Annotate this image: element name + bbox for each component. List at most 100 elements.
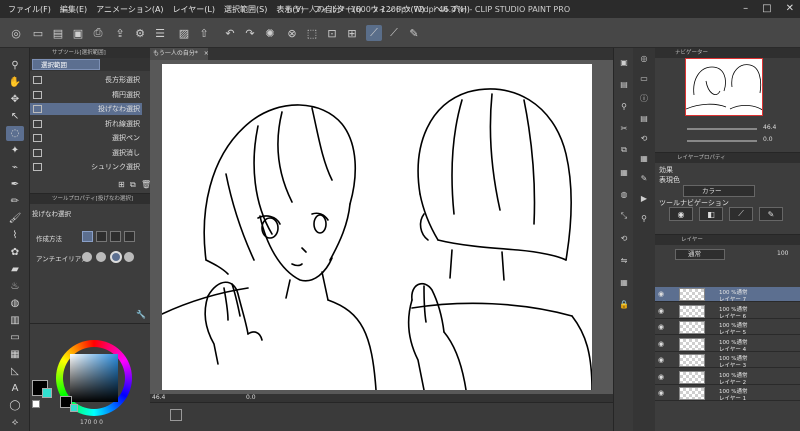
snap-ruler-icon[interactable]: ⟋ [366,25,382,41]
clear-icon[interactable]: ⊗ [284,25,300,41]
pen-tool-icon[interactable]: ✒ [6,177,24,192]
nav-zoom-row[interactable]: 46.4 [685,124,797,134]
blend-tool-icon[interactable]: ♨ [6,279,24,294]
add-subtool-icon[interactable]: ⊞ [118,180,125,189]
menu-icon[interactable]: ☰ [152,25,168,41]
visibility-eye-icon[interactable]: ◉ [658,389,666,397]
layer-color-icon[interactable]: ◉ [669,207,693,221]
maximize-icon[interactable]: □ [762,3,771,14]
subtool-item[interactable]: 選択ペン [30,132,142,144]
wrench-icon[interactable]: 🔧 [136,310,146,319]
settings-icon[interactable]: ⚙ [132,25,148,41]
visibility-eye-icon[interactable]: ◉ [658,340,666,348]
brush-tool-icon[interactable]: 🖌 [6,211,24,226]
upload-icon[interactable]: ⇧ [196,25,212,41]
subtool-item[interactable]: シュリンク選択 [30,161,142,173]
canvas-workspace[interactable] [150,60,613,394]
canvas-paper[interactable] [161,64,593,391]
snap-grid-icon[interactable]: ⟋ [386,25,402,41]
opacity-value[interactable]: 100 [777,250,788,257]
subtract-selection-icon[interactable] [110,231,121,242]
antialias-none-icon[interactable] [82,252,92,262]
visibility-eye-icon[interactable]: ◉ [658,307,666,315]
layer-row[interactable]: ◉ 100 %通常 レイヤー 1 [655,386,800,402]
sub-color-swatch[interactable] [42,388,52,398]
antialias-strong-icon[interactable] [124,252,134,262]
app-logo-icon[interactable]: ◎ [8,25,24,41]
grid-icon[interactable]: ▦ [618,276,630,288]
menu-edit[interactable]: 編集(E) [60,4,87,15]
gradient-tool-icon[interactable]: ▥ [6,313,24,328]
blend-mode-select[interactable]: 通常 [675,249,725,260]
auto-action-icon[interactable]: ▶ [638,192,650,204]
menu-animation[interactable]: アニメーション(A) [96,4,163,15]
export-icon[interactable]: ⇪ [112,25,128,41]
magic-wand-icon[interactable]: ✦ [6,143,24,158]
close-tab-icon[interactable]: × [204,50,209,57]
visibility-eye-icon[interactable]: ◉ [658,323,666,331]
panel-toggle-icon[interactable]: ▣ [618,56,630,68]
layer-row[interactable]: ◉ 100 %通常 レイヤー 4 [655,337,800,353]
layer-search-icon[interactable]: ⚲ [638,212,650,224]
transparent-color-swatch[interactable] [32,400,40,408]
subtool-item[interactable]: 折れ線選択 [30,118,142,130]
spinner-icon[interactable]: ✺ [262,25,278,41]
image-icon[interactable]: ▨ [176,25,192,41]
minimize-icon[interactable]: – [743,3,748,14]
lasso-tool-icon[interactable]: ◌ [6,126,24,141]
document-tab[interactable]: もう一人の自分* × [150,48,209,60]
fill-mini-icon[interactable]: ◍ [618,188,630,200]
intersect-selection-icon[interactable] [124,231,135,242]
text-tool-icon[interactable]: A [6,381,24,396]
rotate-icon[interactable]: ⟲ [618,232,630,244]
nav-rotation-row[interactable]: 0.0 [685,136,797,146]
airbrush-tool-icon[interactable]: ⌇ [6,228,24,243]
menu-selection[interactable]: 選択範囲(S) [224,4,267,15]
visibility-eye-icon[interactable]: ◉ [658,290,666,298]
correction-tool-icon[interactable]: ⟡ [6,415,24,430]
close-icon[interactable]: ✕ [786,3,794,14]
move-tool-icon[interactable]: ✥ [6,92,24,107]
add-selection-icon[interactable] [96,231,107,242]
copy-icon[interactable]: ⧉ [618,144,630,156]
cut-icon[interactable]: ✂ [618,122,630,134]
visibility-eye-icon[interactable]: ◉ [658,356,666,364]
scale-icon[interactable]: ⤡ [618,210,630,222]
rotation-value[interactable]: 0.0 [246,394,256,401]
sub-view-icon[interactable]: ▭ [638,72,650,84]
layers-mini-icon[interactable]: ▤ [618,78,630,90]
undo-icon[interactable]: ↶ [222,25,238,41]
balloon-tool-icon[interactable]: ◯ [6,398,24,413]
palette-icon[interactable]: ▦ [638,152,650,164]
hand-tool-icon[interactable]: ✋ [6,75,24,90]
expression-color-select[interactable]: カラー [683,185,755,197]
antialias-weak-icon[interactable] [96,252,106,262]
color-square[interactable] [70,354,118,402]
open-folder-icon[interactable]: ▤ [50,25,66,41]
subtool-item[interactable]: 楕円選択 [30,89,142,101]
layer-pen-icon[interactable]: ✎ [759,207,783,221]
brush-mini-icon[interactable]: ✎ [638,172,650,184]
subtool-tab-selection[interactable]: 選択範囲 [32,59,100,70]
fill-tool-icon[interactable]: ◍ [6,296,24,311]
subtool-item[interactable]: 投げなわ選択 [30,103,142,115]
timeline-icon[interactable] [170,409,182,421]
subtool-item[interactable]: 選択消し [30,147,142,159]
lock-icon[interactable]: 🔒 [618,298,630,310]
frame-tool-icon[interactable]: ▦ [6,347,24,362]
new-file-icon[interactable]: ▭ [30,25,46,41]
layer-ruler-icon[interactable]: ⟋ [729,207,753,221]
print-icon[interactable]: ⎙ [90,25,106,41]
zoom-value[interactable]: 46.4 [152,394,165,401]
transform-icon[interactable]: ⬚ [304,25,320,41]
flip-icon[interactable]: ⇋ [618,254,630,266]
operation-tool-icon[interactable]: ↖ [6,109,24,124]
ruler-tool-icon[interactable]: ◺ [6,364,24,379]
subtool-item[interactable]: 長方形選択 [30,74,142,86]
figure-tool-icon[interactable]: ▭ [6,330,24,345]
save-icon[interactable]: ▣ [70,25,86,41]
pen-icon[interactable]: ✎ [406,25,422,41]
crop-icon[interactable]: ⊞ [344,25,360,41]
layer-row[interactable]: ◉ 100 %通常 レイヤー 6 [655,304,800,320]
menu-layer[interactable]: レイヤー(L) [173,4,215,15]
